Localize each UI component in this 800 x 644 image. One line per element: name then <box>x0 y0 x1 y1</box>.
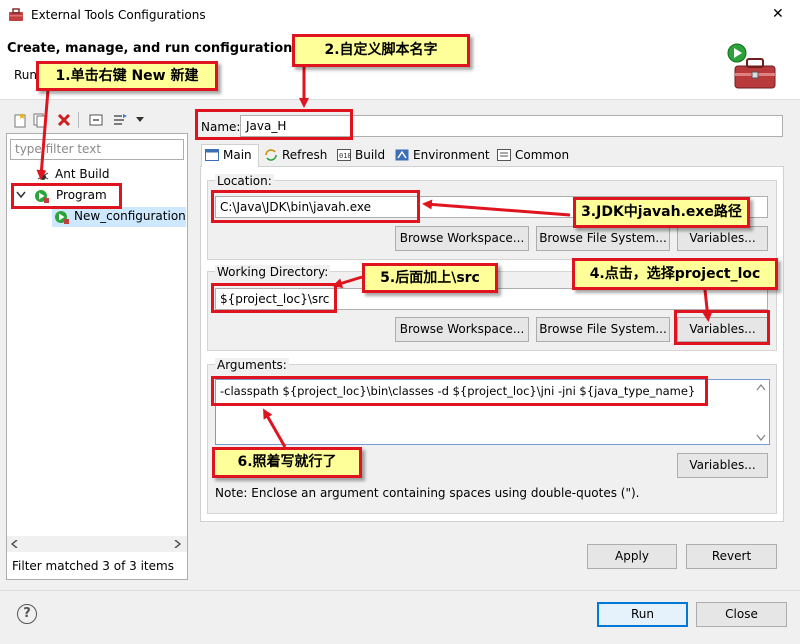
arrow-1 <box>36 89 50 180</box>
arrow-6 <box>263 408 287 448</box>
callout-2: 2.自定义脚本名字 <box>292 34 470 67</box>
annotation-arrows <box>36 66 713 448</box>
callout-1: 1.单击右键 New 新建 <box>36 61 218 91</box>
arrow-3 <box>422 199 571 217</box>
callout-3: 3.JDK中javah.exe路径 <box>573 197 750 228</box>
arrow-5 <box>332 275 363 289</box>
callout-6: 6.照着写就行了 <box>212 447 362 478</box>
arrow-4 <box>702 289 713 322</box>
callout-5: 5.后面加上\src <box>362 263 498 293</box>
callout-4: 4.点击，选择project_loc <box>572 258 778 290</box>
